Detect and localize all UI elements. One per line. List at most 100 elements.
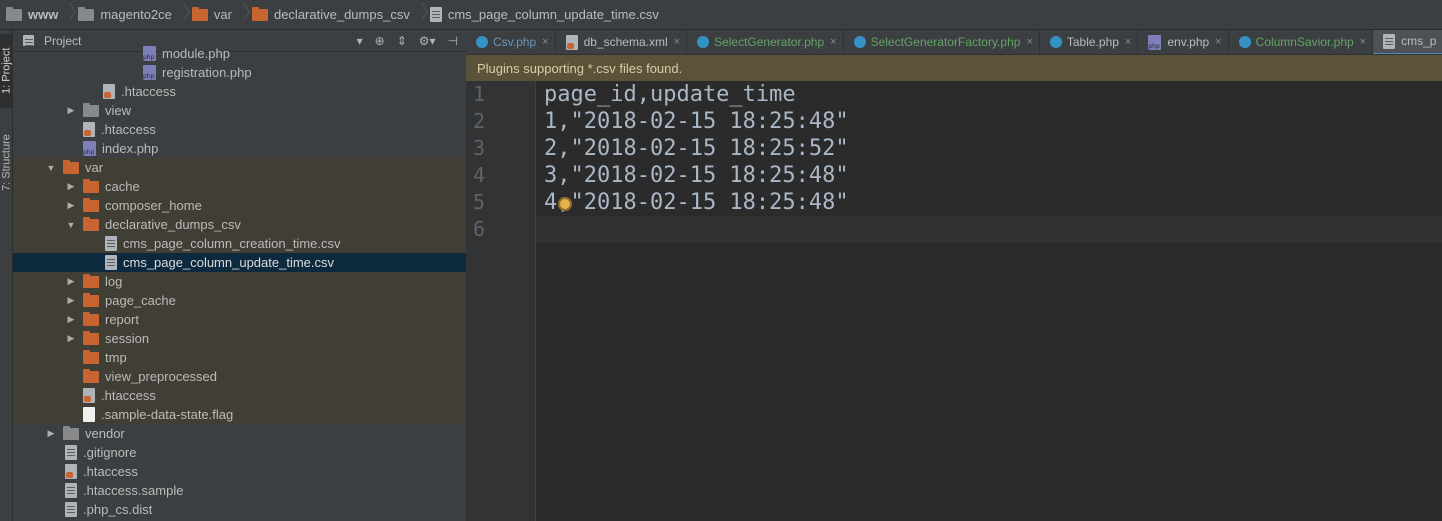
code-line[interactable]: 4,"2018-02-15 18:25:48" xyxy=(544,189,1442,216)
tree-item[interactable]: tmp xyxy=(13,348,466,367)
text-file-icon xyxy=(105,236,117,251)
tree-item[interactable]: ▶ report xyxy=(13,310,466,329)
breadcrumb-item[interactable]: magento2ce xyxy=(76,0,190,30)
code-line[interactable]: 2,"2018-02-15 18:25:52" xyxy=(544,135,1442,162)
breadcrumb-item[interactable]: www xyxy=(4,0,76,30)
tree-item[interactable]: .gitignore xyxy=(13,443,466,462)
intention-lightbulb-icon[interactable] xyxy=(558,197,572,211)
tree-item[interactable]: ▼ var xyxy=(13,158,466,177)
close-tab-icon[interactable]: × xyxy=(674,36,680,48)
tree-item[interactable]: ▼ declarative_dumps_csv xyxy=(13,215,466,234)
breadcrumb-label: magento2ce xyxy=(100,7,172,22)
editor-tab[interactable]: db_schema.xml × xyxy=(556,30,688,54)
expand-arrow-down-icon[interactable]: ▼ xyxy=(65,220,77,230)
code-line[interactable] xyxy=(544,216,1442,243)
breadcrumb-item[interactable]: declarative_dumps_csv xyxy=(250,0,428,30)
folder-icon xyxy=(251,6,268,21)
code-line[interactable]: 3,"2018-02-15 18:25:48" xyxy=(544,162,1442,189)
tree-item-label: .htaccess xyxy=(121,84,176,99)
tree-item[interactable]: ▶ session xyxy=(13,329,466,348)
editor-tab[interactable]: Table.php × xyxy=(1040,30,1139,54)
close-tab-icon[interactable]: × xyxy=(542,36,548,48)
text-file-icon xyxy=(65,502,77,517)
tree-item[interactable]: ▶ vendor xyxy=(13,424,466,443)
tree-item[interactable]: ▶ cache xyxy=(13,177,466,196)
tree-item-label: .gitignore xyxy=(83,445,137,460)
tree-item-label: cache xyxy=(105,179,140,194)
breadcrumb-item[interactable]: var xyxy=(190,0,250,30)
tree-item-label: vendor xyxy=(85,426,125,441)
close-tab-icon[interactable]: × xyxy=(1215,36,1221,48)
editor-tab[interactable]: SelectGenerator.php × xyxy=(687,30,844,54)
project-tool-tab-label: 1: Project xyxy=(0,47,13,95)
tree-item[interactable]: .htaccess xyxy=(13,120,466,139)
tree-item-label: page_cache xyxy=(105,293,176,308)
expand-arrow-down-icon[interactable]: ▼ xyxy=(45,163,57,173)
tree-item-label: view_preprocessed xyxy=(105,369,218,384)
tree-item[interactable]: registration.php xyxy=(13,63,466,82)
tree-item-label: session xyxy=(105,331,150,346)
code-line[interactable]: 1,"2018-02-15 18:25:48" xyxy=(544,108,1442,135)
editor-tab[interactable]: env.php × xyxy=(1138,30,1229,54)
htaccess-icon xyxy=(103,84,115,99)
expand-arrow-right-icon[interactable]: ▶ xyxy=(65,295,77,306)
tree-item[interactable]: .php_cs.dist xyxy=(13,500,466,519)
tree-item-label: .sample-data-state.flag xyxy=(101,407,234,422)
editor-tab[interactable]: cms_p xyxy=(1373,30,1442,54)
tree-item[interactable]: index.php xyxy=(13,139,466,158)
tree-item[interactable]: .sample-data-state.flag xyxy=(13,405,466,424)
tree-item-label: index.php xyxy=(102,141,159,156)
code-line[interactable]: page_id,update_time xyxy=(544,81,1442,108)
tree-item[interactable]: .htaccess xyxy=(13,386,466,405)
tree-item[interactable]: ▶ log xyxy=(13,272,466,291)
breadcrumb-label: var xyxy=(213,7,232,22)
expand-arrow-right-icon[interactable]: ▶ xyxy=(65,333,77,344)
breadcrumb-item[interactable]: cms_page_column_update_time.csv xyxy=(428,0,663,30)
htaccess-icon xyxy=(83,388,95,403)
orange-folder-icon xyxy=(83,273,99,288)
close-tab-icon[interactable]: × xyxy=(1360,36,1366,48)
tree-item[interactable]: .htaccess xyxy=(13,82,466,101)
line-number: 5 xyxy=(473,190,486,214)
tree-item[interactable]: .htaccess.sample xyxy=(13,481,466,500)
plugin-notice-text: Plugins supporting *.csv files found. xyxy=(477,60,683,76)
editor-tab[interactable]: ColumnSavior.php × xyxy=(1229,30,1374,54)
tree-item[interactable]: cms_page_column_update_time.csv xyxy=(13,253,466,272)
editor-tab-label: Table.php xyxy=(1066,35,1119,49)
expand-arrow-right-icon[interactable]: ▶ xyxy=(65,105,77,116)
tree-item[interactable]: .htaccess xyxy=(13,462,466,481)
editor-tab[interactable]: Csv.php × xyxy=(466,30,556,54)
line-number: 6 xyxy=(473,217,486,241)
project-tree: module.php registration.php .htaccess ▶ view… xyxy=(13,44,466,519)
tree-item[interactable]: ▶ view xyxy=(13,101,466,120)
csv-file-icon xyxy=(1383,33,1396,49)
expand-arrow-right-icon[interactable]: ▶ xyxy=(65,314,77,325)
editor-tab[interactable]: SelectGeneratorFactory.php × xyxy=(844,30,1040,54)
expand-arrow-right-icon[interactable]: ▶ xyxy=(65,276,77,287)
orange-folder-icon xyxy=(63,159,79,174)
tree-item[interactable]: ▶ page_cache xyxy=(13,291,466,310)
line-number: 1 xyxy=(473,82,486,106)
expand-arrow-right-icon[interactable]: ▶ xyxy=(45,428,57,439)
close-tab-icon[interactable]: × xyxy=(1026,36,1032,48)
folder-icon xyxy=(6,6,22,21)
structure-tool-tab[interactable]: 7: Structure xyxy=(0,120,13,206)
tree-item[interactable]: cms_page_column_creation_time.csv xyxy=(13,234,466,253)
editor-tab-label: env.php xyxy=(1167,35,1210,49)
expand-arrow-right-icon[interactable]: ▶ xyxy=(65,200,77,211)
tree-item[interactable]: view_preprocessed xyxy=(13,367,466,386)
tree-item[interactable]: ▶ composer_home xyxy=(13,196,466,215)
orange-folder-icon xyxy=(83,197,99,212)
editor-tab-label: Csv.php xyxy=(493,35,537,49)
tree-item-label: .php_cs.dist xyxy=(83,502,153,517)
text-file-icon xyxy=(65,483,77,498)
expand-arrow-right-icon[interactable]: ▶ xyxy=(65,181,77,192)
project-tool-tab[interactable]: 1: Project xyxy=(0,34,13,108)
code-content[interactable]: page_id,update_time 1,"2018-02-15 18:25:4… xyxy=(544,81,1442,243)
close-tab-icon[interactable]: × xyxy=(830,36,836,48)
white-file-icon xyxy=(83,407,95,422)
code-editor[interactable]: 1 2 3 4 5 6 page_id,update_time 1,"2018-02-15 … xyxy=(466,81,1442,521)
close-tab-icon[interactable]: × xyxy=(1125,36,1131,48)
tree-item[interactable]: module.php xyxy=(13,44,466,63)
php-file-icon xyxy=(143,65,156,80)
